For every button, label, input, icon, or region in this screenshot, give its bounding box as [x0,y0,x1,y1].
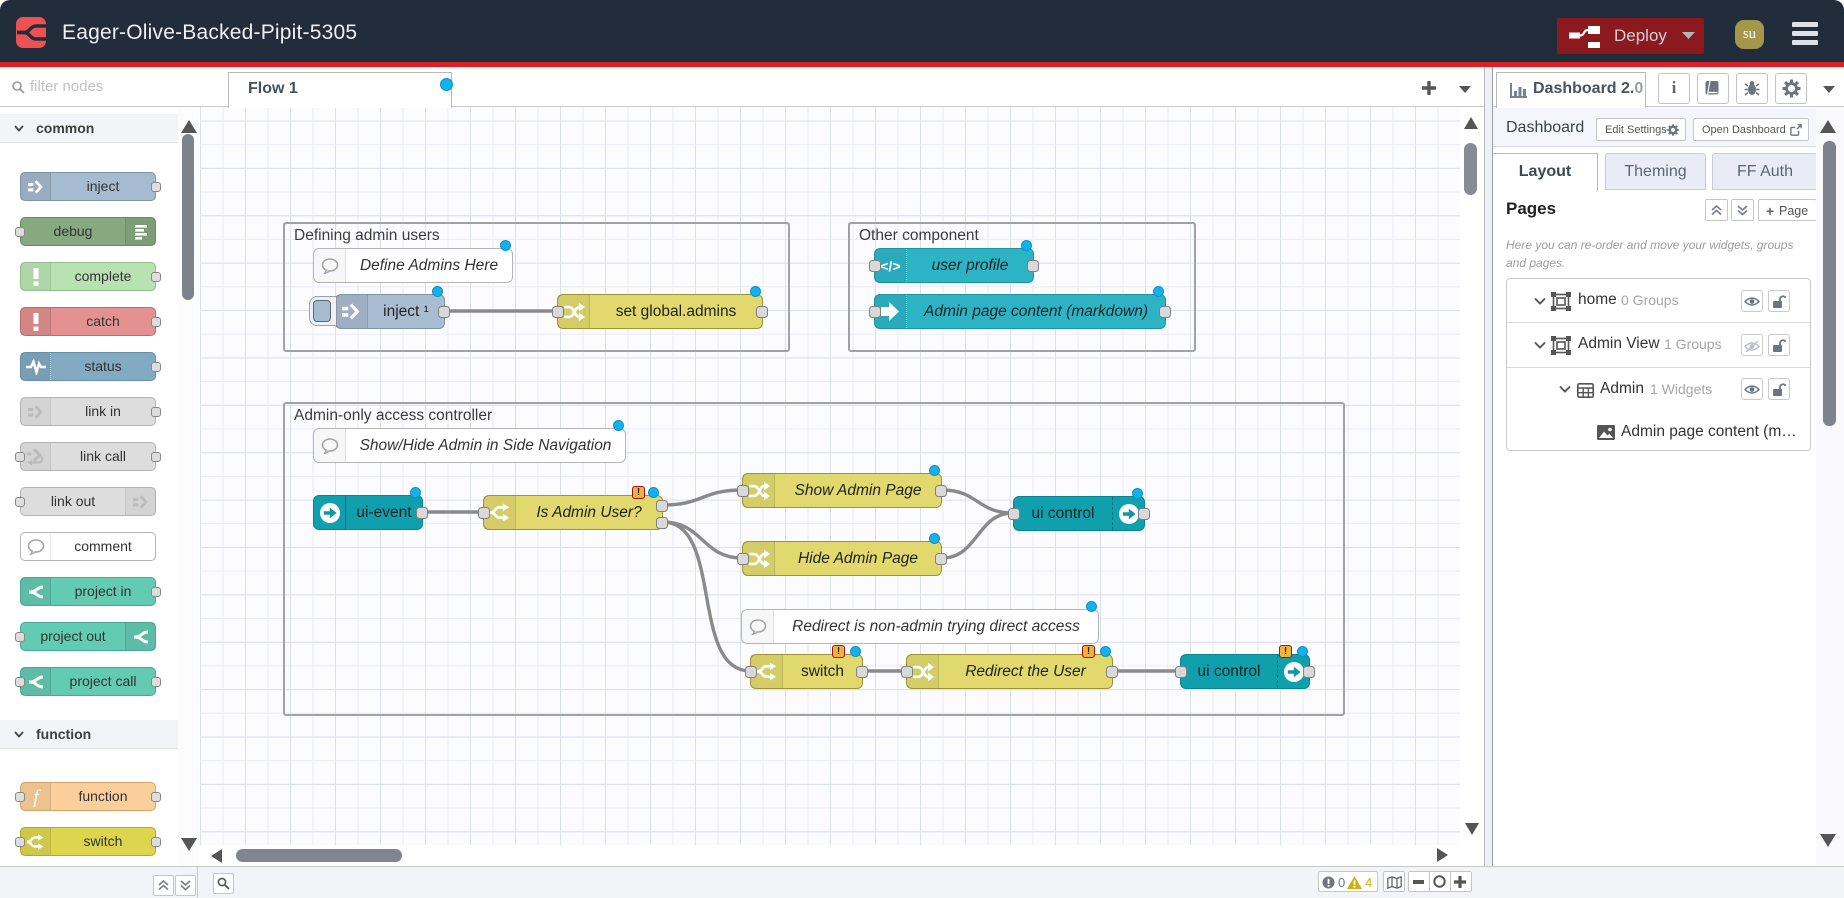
svg-text:f: f [33,787,41,807]
